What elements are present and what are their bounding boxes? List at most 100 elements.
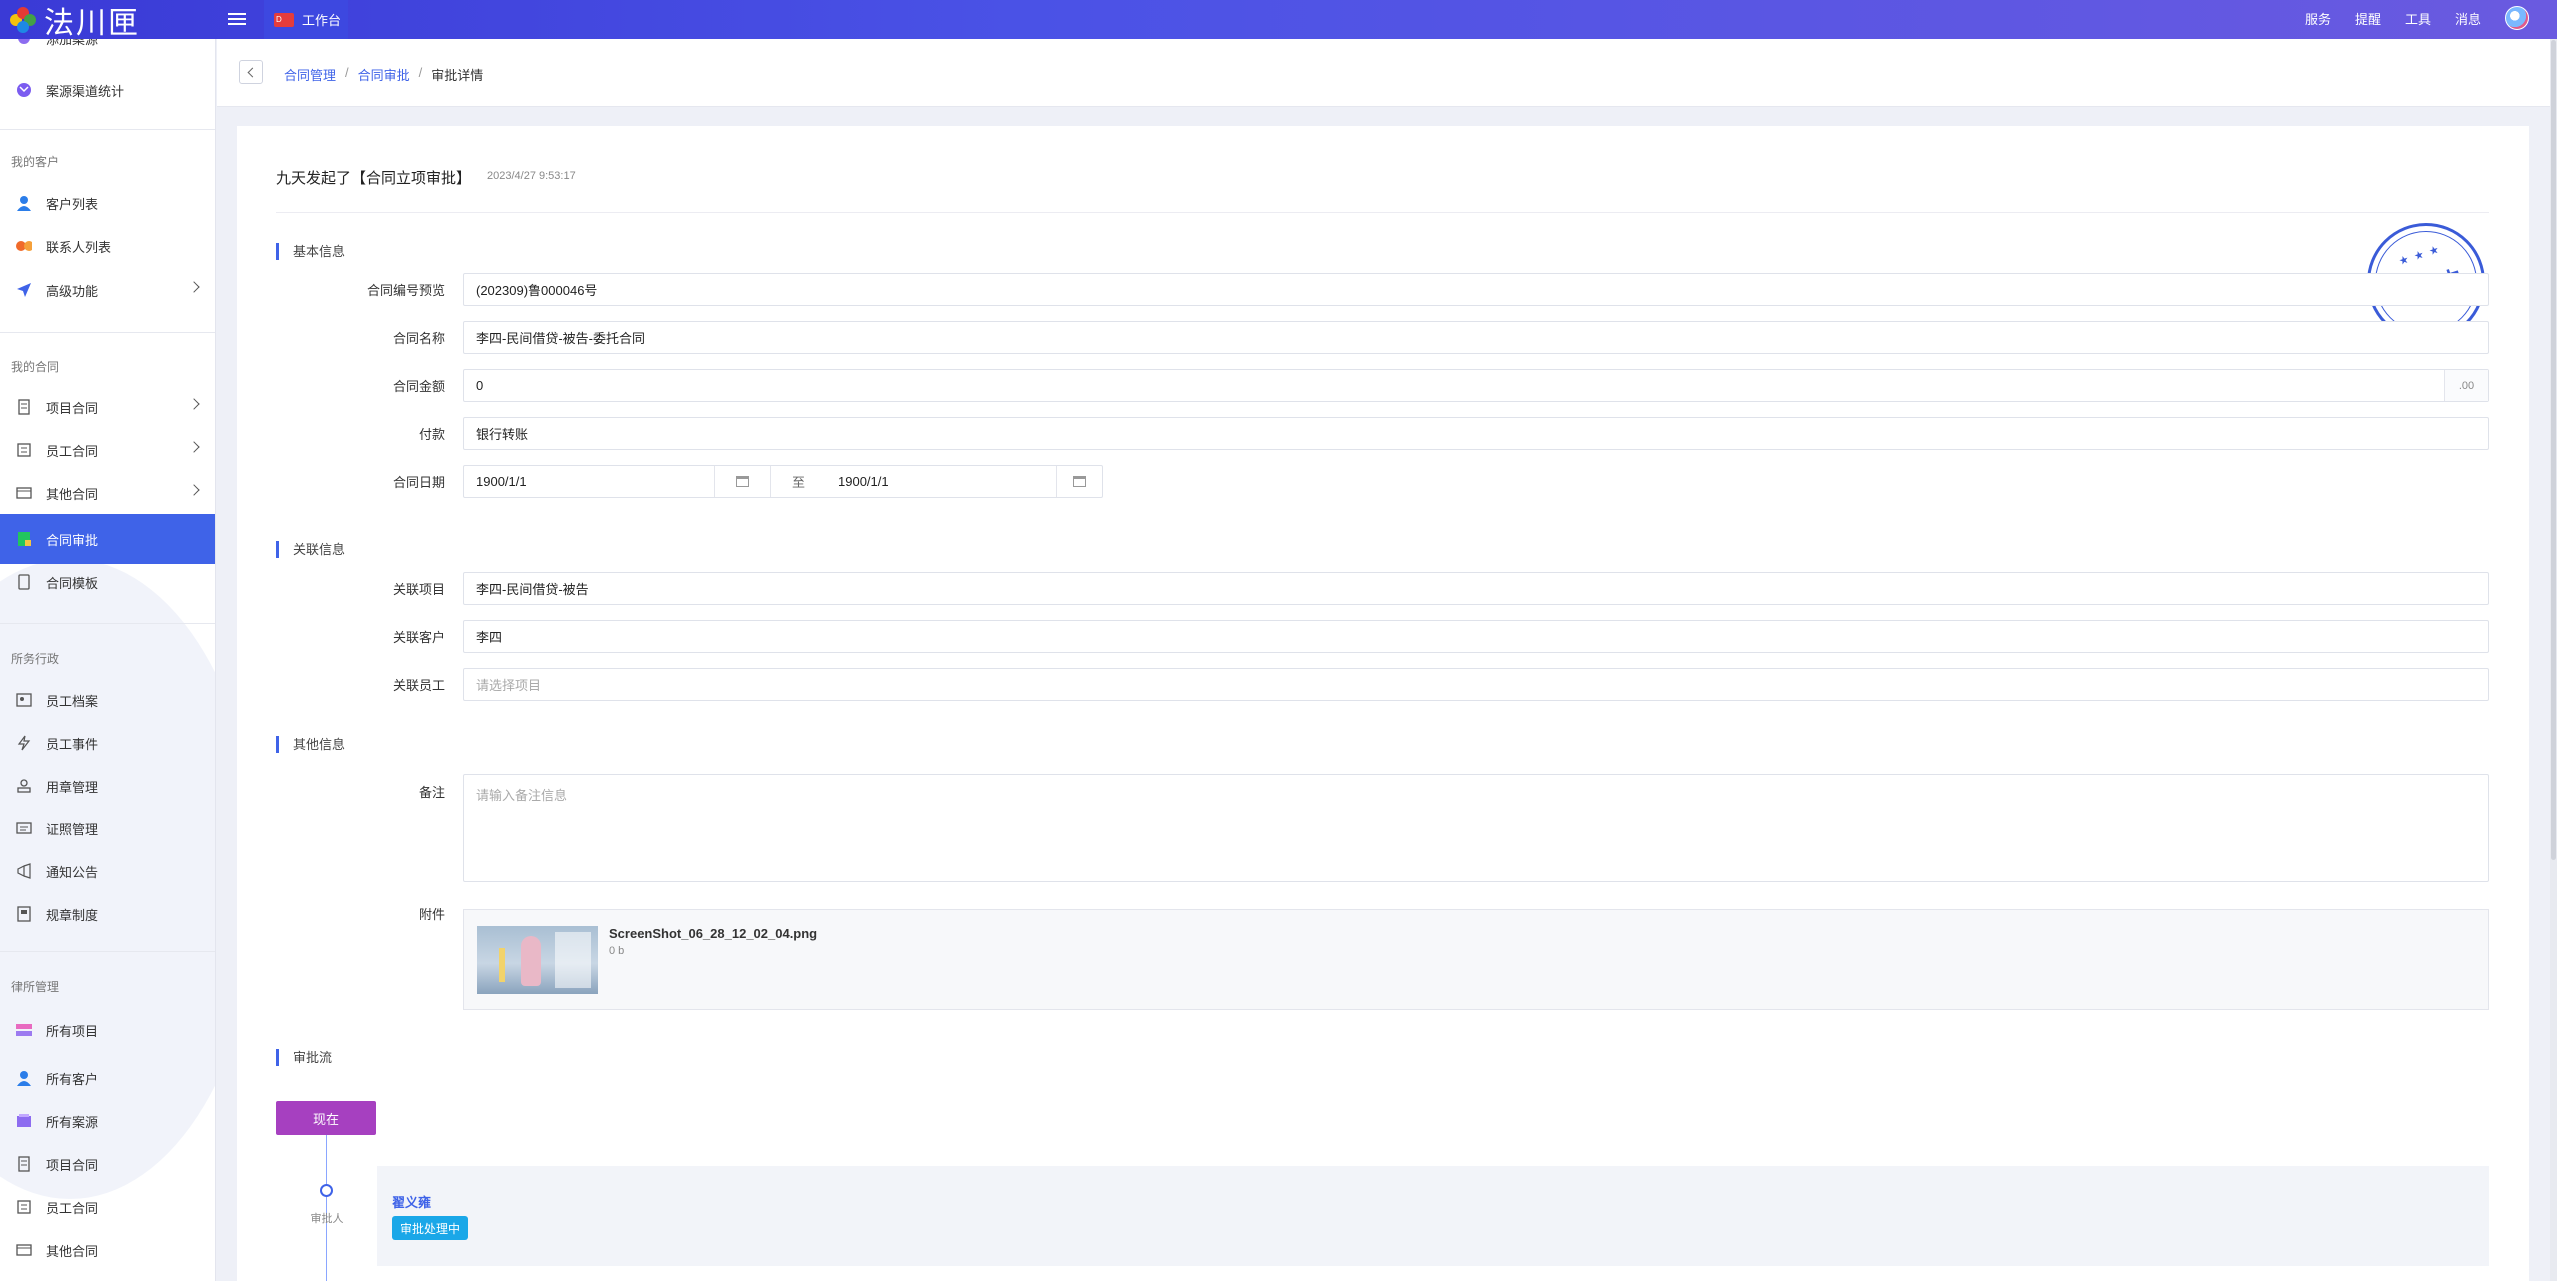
sidebar-item-employee-event[interactable]: 员工事件	[0, 728, 215, 758]
contacts-icon	[15, 238, 32, 255]
contract-no-field[interactable]: (202309)鲁000046号	[463, 273, 2489, 306]
status-badge: 审批处理中	[392, 1216, 469, 1240]
section-my-customers: 我的客户	[11, 155, 60, 169]
date-from[interactable]: 1900/1/1	[476, 474, 527, 489]
notice-icon	[15, 863, 32, 880]
app-logo[interactable]: 法川匣	[10, 3, 140, 41]
timeline-line	[326, 1135, 327, 1281]
attachment-file-name[interactable]: ScreenShot_06_28_12_02_04.png	[609, 926, 817, 941]
section-firm-management: 律所管理	[11, 980, 60, 994]
sidebar-item-seal[interactable]: 用章管理	[0, 771, 215, 801]
projects-icon	[15, 1022, 32, 1039]
approver-role: 审批人	[310, 1213, 344, 1225]
contract-date-label: 合同日期	[392, 475, 445, 490]
sidebar-item-contacts[interactable]: 联系人列表	[0, 231, 215, 261]
section-basic-info: 基本信息	[276, 243, 345, 260]
sidebar-item-employee-contract[interactable]: 员工合同	[0, 435, 215, 465]
contract-icon	[15, 1199, 32, 1216]
back-button[interactable]	[239, 60, 263, 84]
calendar-icon[interactable]	[714, 466, 770, 497]
contract-name-label: 合同名称	[392, 331, 445, 346]
approval-step: 翟义雍 审批处理中	[377, 1166, 2489, 1266]
related-customer-field[interactable]: 李四	[463, 620, 2489, 653]
rules-icon	[15, 906, 32, 923]
sidebar-item-all-customers[interactable]: 所有客户	[0, 1063, 215, 1093]
sidebar-item-all-sources[interactable]: 所有案源	[0, 1106, 215, 1136]
sidebar-item-all-projects[interactable]: 所有项目	[0, 1015, 215, 1045]
tab-workbench[interactable]: D 工作台	[264, 0, 348, 39]
nav-tools[interactable]: 工具	[2405, 9, 2431, 28]
send-icon	[15, 282, 32, 299]
related-project-field[interactable]: 李四-民间借贷-被告	[463, 572, 2489, 605]
tab-workbench-label: 工作台	[302, 13, 342, 28]
contract-icon	[15, 442, 32, 459]
now-button[interactable]: 现在	[276, 1101, 376, 1135]
sidebar-item-contract-approval[interactable]: 合同审批	[0, 514, 215, 564]
attachment-thumbnail[interactable]	[477, 926, 598, 994]
sidebar-item-firm-employee-contract[interactable]: 员工合同	[0, 1192, 215, 1222]
top-nav: 服务 提醒 工具 消息	[2305, 0, 2529, 36]
contract-no-label: 合同编号预览	[366, 283, 445, 298]
sidebar-item-advanced[interactable]: 高级功能	[0, 275, 215, 305]
payment-field[interactable]: 银行转账	[463, 417, 2489, 450]
approval-detail-card: 九天发起了【合同立项审批】 2023/4/27 9:53:17 ★★★ 审批中 …	[237, 126, 2529, 1281]
seal-icon	[15, 778, 32, 795]
sidebar-item-project-contract[interactable]: 项目合同	[0, 392, 215, 422]
sidebar-item-other-contract[interactable]: 其他合同	[0, 478, 215, 508]
avatar[interactable]	[2505, 6, 2529, 30]
menu-toggle-icon[interactable]	[228, 10, 246, 28]
logo-icon	[10, 6, 36, 33]
contract-date-range[interactable]: 1900/1/1 至 1900/1/1	[463, 465, 1103, 498]
breadcrumb: 合同管理 / 合同审批 / 审批详情	[284, 65, 484, 84]
workbench-icon: D	[274, 12, 294, 27]
sidebar-item-rules[interactable]: 规章制度	[0, 899, 215, 929]
section-approval-flow: 审批流	[276, 1049, 332, 1066]
sidebar-item-customer-list[interactable]: 客户列表	[0, 188, 215, 218]
related-employee-field[interactable]: 请选择项目	[463, 668, 2489, 701]
source-stats-icon	[15, 82, 32, 99]
template-icon	[15, 574, 32, 591]
chevron-right-icon	[188, 484, 200, 496]
attachment-label: 附件	[418, 907, 445, 922]
related-customer-label: 关联客户	[392, 630, 445, 645]
remark-label: 备注	[418, 785, 445, 800]
contract-amount-field[interactable]: 0 .00	[463, 369, 2489, 402]
contract-name-field[interactable]: 李四-民间借贷-被告-委托合同	[463, 321, 2489, 354]
breadcrumb-contract-management[interactable]: 合同管理	[284, 65, 336, 84]
related-employee-label: 关联员工	[392, 678, 445, 693]
date-to[interactable]: 1900/1/1	[838, 474, 889, 489]
calendar-icon[interactable]	[1056, 466, 1102, 497]
section-related-info: 关联信息	[276, 541, 345, 558]
add-source-icon	[15, 39, 32, 47]
profile-icon	[15, 692, 32, 709]
chevron-right-icon	[188, 441, 200, 453]
contract-icon	[15, 1156, 32, 1173]
remark-textarea[interactable]: 请输入备注信息	[463, 774, 2489, 882]
breadcrumb-bar: 合同管理 / 合同审批 / 审批详情	[217, 39, 2550, 107]
nav-reminder[interactable]: 提醒	[2355, 9, 2381, 28]
nav-service[interactable]: 服务	[2305, 9, 2331, 28]
contract-icon	[15, 485, 32, 502]
chevron-right-icon	[188, 398, 200, 410]
top-bar: 法川匣 D 工作台 服务 提醒 工具 消息	[0, 0, 2557, 41]
timeline-dot	[320, 1184, 333, 1197]
section-my-contracts: 我的合同	[11, 360, 60, 374]
sidebar-item-contract-template[interactable]: 合同模板	[0, 567, 215, 597]
nav-messages[interactable]: 消息	[2455, 9, 2481, 28]
sidebar-item-firm-other-contract[interactable]: 其他合同	[0, 1235, 215, 1265]
sidebar-item-source-stats[interactable]: 案源渠道统计	[0, 75, 215, 105]
amount-suffix: .00	[2444, 370, 2488, 401]
breadcrumb-contract-approval[interactable]: 合同审批	[358, 65, 410, 84]
page-scrollbar-thumb[interactable]	[2551, 40, 2556, 860]
sidebar-item-add-source[interactable]: 添加案源	[0, 39, 215, 53]
breadcrumb-current: 审批详情	[431, 68, 484, 83]
sidebar-item-notice[interactable]: 通知公告	[0, 856, 215, 886]
approval-icon	[15, 531, 32, 548]
contract-icon	[15, 399, 32, 416]
attachment-box: ScreenShot_06_28_12_02_04.png 0 b	[463, 909, 2489, 1010]
sidebar-item-license[interactable]: 证照管理	[0, 813, 215, 843]
stamp-stars: ★★★	[2397, 241, 2447, 269]
sidebar-item-firm-project-contract[interactable]: 项目合同	[0, 1149, 215, 1179]
sidebar-item-employee-profile[interactable]: 员工档案	[0, 685, 215, 715]
date-to-label: 至	[770, 466, 826, 497]
